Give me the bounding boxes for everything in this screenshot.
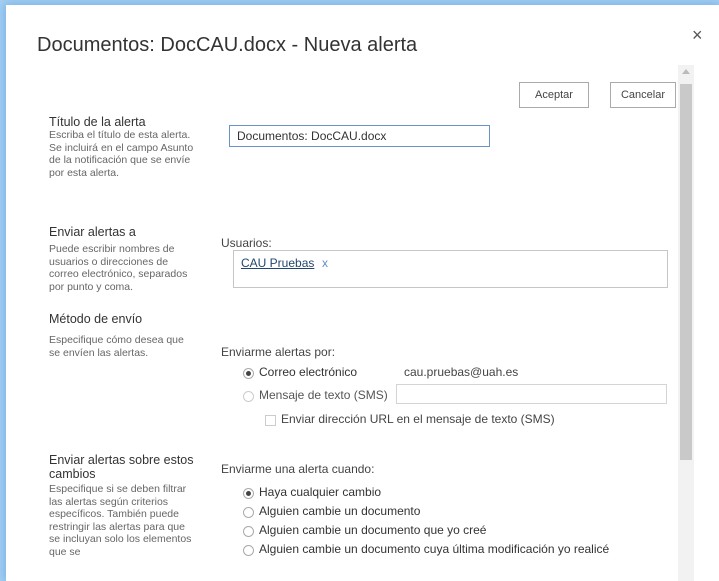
changes-heading: Enviar alertas sobre estos cambios — [49, 453, 194, 481]
change-option-radio[interactable] — [243, 488, 254, 499]
user-entry[interactable]: CAU Pruebas — [241, 256, 314, 270]
email-label: Correo electrónico — [259, 365, 358, 379]
change-option-label: Alguien cambie un documento — [259, 504, 421, 518]
change-option-label: Alguien cambie un documento que yo creé — [259, 523, 487, 537]
sms-url-checkbox[interactable] — [265, 415, 276, 426]
change-option-label: Alguien cambie un documento cuya última … — [259, 542, 610, 556]
new-alert-dialog: Documentos: DocCAU.docx - Nueva alerta ×… — [6, 5, 719, 581]
email-address: cau.pruebas@uah.es — [404, 365, 519, 379]
delivery-heading: Método de envío — [49, 312, 143, 326]
alert-title-value: Documentos: DocCAU.docx — [237, 129, 387, 143]
sms-url-label: Enviar dirección URL en el mensaje de te… — [281, 412, 555, 426]
close-icon[interactable]: × — [692, 25, 703, 46]
delivery-description: Especifique cómo desea que se envíen las… — [49, 334, 184, 359]
send-to-heading: Enviar alertas a — [49, 225, 136, 239]
changes-description: Especifique si se deben filtrar las aler… — [49, 483, 192, 558]
email-radio[interactable] — [243, 368, 254, 379]
vertical-scrollbar[interactable] — [678, 65, 694, 581]
changes-label: Enviarme una alerta cuando: — [221, 462, 375, 476]
scroll-thumb[interactable] — [680, 84, 692, 460]
scroll-up-arrow-icon[interactable] — [682, 69, 690, 74]
send-to-description: Puede escribir nombres de usuarios o dir… — [49, 243, 188, 293]
alert-title-heading: Título de la alerta — [49, 115, 146, 129]
change-option-radio[interactable] — [243, 545, 254, 556]
dialog-title: Documentos: DocCAU.docx - Nueva alerta — [37, 34, 418, 56]
cancel-button[interactable]: Cancelar — [610, 82, 676, 108]
change-option-label: Haya cualquier cambio — [259, 485, 382, 499]
alert-title-description: Escriba el título de esta alerta. Se inc… — [49, 129, 194, 179]
delivery-label: Enviarme alertas por: — [221, 345, 336, 359]
sms-radio[interactable] — [243, 391, 254, 402]
ok-button[interactable]: Aceptar — [519, 82, 589, 108]
change-option-radio[interactable] — [243, 507, 254, 518]
alert-title-input[interactable]: Documentos: DocCAU.docx — [229, 125, 490, 147]
change-option-radio[interactable] — [243, 526, 254, 537]
remove-user-icon[interactable]: x — [322, 256, 328, 270]
sms-label: Mensaje de texto (SMS) — [259, 388, 388, 402]
users-field[interactable]: CAU Pruebas x — [233, 250, 668, 288]
users-label: Usuarios: — [221, 236, 272, 250]
sms-number-input[interactable] — [396, 384, 667, 404]
